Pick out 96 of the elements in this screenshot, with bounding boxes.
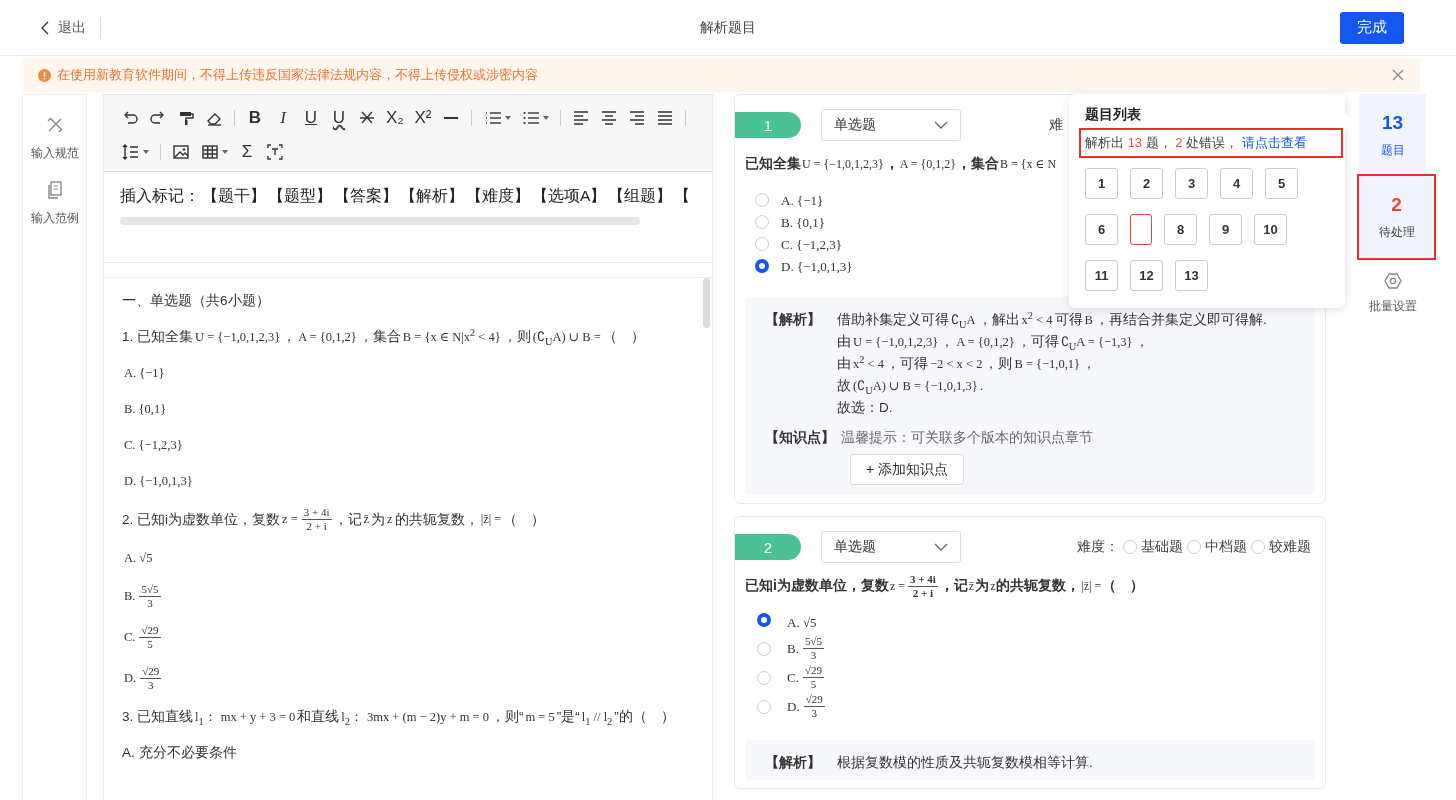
question-number: 1 [735, 112, 801, 138]
horizontal-line-icon [444, 117, 458, 119]
editor-text-line: C. {−1,2,3} [123, 436, 184, 454]
nav-item[interactable]: 输入规范 [30, 115, 79, 162]
editor-text-line: D. {−1,0,1,3} [123, 472, 194, 490]
analysis-text: 由 x$^{2}$ < 4，可得−2 < x < 2，则 B = {−1,0,1}， [837, 353, 1098, 373]
analysis-text: 根据复数模的性质及共轭复数模相等计算. [837, 754, 1093, 772]
difficulty-label: 难度： [1077, 538, 1119, 556]
knowledge-hint: 温馨提示：可关联多个版本的知识点章节 [841, 428, 1093, 447]
chevron-left-icon [40, 20, 50, 35]
caret-icon [542, 116, 549, 120]
type-dropdown[interactable]: 单选题 [821, 109, 961, 141]
analysis-label: 【解析】 [765, 754, 821, 772]
parse-summary: 解析出 13 题， 2 处错误， 请点击查看 [1081, 130, 1341, 156]
editor-text-line: 3. 已知直线l$_{1}$： mx + y + 3 = 0和直线l$_{2}$： 3mx + (m − 2)y + m = 0，则“m = 5”是“l$_{1}$ // l$_{2}$”的（ ） [122, 708, 676, 728]
answer-option[interactable]: A. √5 [757, 611, 1315, 633]
knowledge-label: 【知识点】 [765, 429, 835, 447]
numbered-list-icon [483, 109, 502, 127]
bullet-list-icon [521, 109, 540, 127]
question-number: 2 [735, 534, 801, 560]
editor-text-line: A. 充分不必要条件 [122, 744, 238, 762]
line-height-icon [121, 143, 140, 161]
insert-tag[interactable]: 【选项A】 [532, 187, 607, 204]
editor-text-line: B. {0,1} [123, 400, 168, 418]
vertical-scrollbar[interactable] [703, 278, 710, 328]
analysis-text: 故(∁$_{U}$A) ∪ B = {−1,0,1,3}. [837, 377, 985, 397]
notice-text: 在使用新教育软件期间，不得上传违反国家法律法规内容，不得上传侵权或涉密内容 [57, 66, 538, 84]
settings-icon [1383, 272, 1402, 290]
format-button[interactable]: U [297, 101, 325, 135]
add-knowledge-button[interactable]: + 添加知识点 [850, 454, 964, 485]
insert-tag[interactable]: 【答案】 [334, 187, 398, 204]
editor-text-line: 1. 已知全集U = {−1,0,1,2,3}，A = {0,1,2}，集合 B = {x ∈ N|x$^{2}$ < 4}，则(∁$_{U}$A) ∪ B =（ ） [122, 326, 646, 348]
back-button[interactable]: 退出 [40, 17, 101, 38]
caret-icon [504, 116, 511, 120]
done-button[interactable]: 完成 [1340, 11, 1404, 44]
view-errors-link[interactable]: 请点击查看 [1241, 135, 1307, 150]
difficulty-radio[interactable]: 基础题 [1123, 538, 1183, 556]
analysis-text: 由 U = {−1,0,1,2,3}，A = {0,1,2}，可得∁$_{U}$A = {−1,3}， [837, 333, 1150, 353]
question-number-button[interactable]: 12 [1130, 260, 1163, 291]
align-justify-icon [656, 109, 674, 127]
chevron-down-icon [934, 543, 948, 551]
align-right-icon [628, 109, 646, 127]
question-number-button[interactable]: 6 [1085, 214, 1118, 245]
type-dropdown[interactable]: 单选题 [821, 531, 961, 563]
format-button[interactable]: X² [409, 101, 437, 135]
question-number-button[interactable]: 1 [1085, 168, 1118, 199]
align-left-icon [572, 109, 590, 127]
insert-label: 插入标记： [120, 187, 200, 204]
format-button[interactable]: I [269, 101, 297, 135]
question-number-button[interactable]: 2 [1130, 168, 1163, 199]
insert-tag[interactable]: 【题型】 [268, 187, 332, 204]
question-stem: 已知全集U = {−1,0,1,2,3}，A = {0,1,2}，集合B = {x ∈ N [745, 154, 1058, 173]
difficulty-label: 难 [1049, 116, 1063, 134]
question-number-button[interactable]: 10 [1254, 214, 1287, 245]
page-title: 解析题目 [700, 18, 756, 35]
question-number-button[interactable]: 3 [1175, 168, 1208, 199]
question-number-button[interactable]: 8 [1164, 214, 1197, 245]
chevron-down-icon [934, 121, 948, 129]
format-button[interactable]: X₂ [381, 101, 409, 135]
analysis-text: 借助补集定义可得∁$_{U}$A，解出 x$^{2}$ < 4可得B，再结合并集定义即可得解. [837, 309, 1267, 331]
editor-text-line: A. √5 [123, 549, 154, 567]
question-number-button[interactable] [1130, 214, 1152, 245]
caret-icon [142, 150, 149, 154]
align-center-icon [600, 109, 618, 127]
close-icon[interactable] [1392, 69, 1404, 81]
analysis-text: 故选：D. [837, 399, 894, 417]
insert-tag[interactable]: 【组题】 [608, 187, 673, 204]
insert-tag[interactable]: 【难度】 [466, 187, 530, 204]
table-icon [200, 143, 219, 161]
difficulty-radio[interactable]: 较难题 [1251, 538, 1311, 556]
editor-text-line: A. {−1} [123, 364, 166, 382]
warning-icon [38, 68, 51, 82]
format-button[interactable]: Σ [233, 135, 261, 169]
format-button[interactable]: U [325, 101, 353, 135]
editor-text-line: 一、单选题（共6小题） [122, 292, 271, 310]
caret-icon [221, 150, 228, 154]
popup-title: 题目列表 [1085, 106, 1142, 124]
horizontal-scrollbar[interactable] [120, 217, 640, 225]
question-number-button[interactable]: 11 [1085, 260, 1118, 291]
question-number-button[interactable]: 9 [1209, 214, 1242, 245]
side-tab[interactable]: 2 待处理 [1359, 176, 1434, 258]
insert-tag[interactable]: 【 [674, 187, 691, 204]
image-icon [172, 143, 190, 161]
side-tab[interactable]: 13 题目 [1359, 94, 1426, 176]
settings-button[interactable]: 批量设置 [1359, 258, 1426, 316]
paint-roller-icon [177, 109, 195, 127]
text-box-icon [266, 143, 284, 161]
question-number-button[interactable]: 5 [1265, 168, 1298, 199]
insert-tag[interactable]: 【解析】 [400, 187, 464, 204]
difficulty-radio[interactable]: 中档题 [1187, 538, 1247, 556]
format-button[interactable]: B [241, 101, 269, 135]
question-number-button[interactable]: 4 [1220, 168, 1253, 199]
analysis-label: 【解析】 [765, 311, 821, 329]
question-number-button[interactable]: 13 [1175, 260, 1208, 291]
insert-tag[interactable]: 【题干】 [202, 187, 266, 204]
nav-item[interactable]: 输入范例 [30, 180, 79, 227]
